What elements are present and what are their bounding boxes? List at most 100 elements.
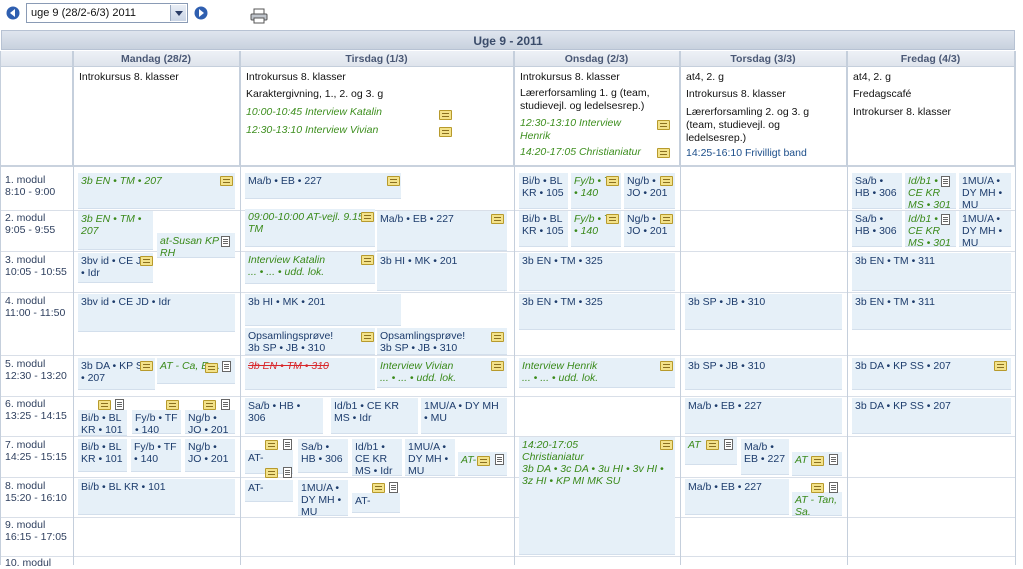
note-icon[interactable] — [166, 400, 179, 410]
lesson-event[interactable]: Ng/b • JO • 201 — [185, 410, 235, 434]
note-icon[interactable] — [361, 212, 374, 222]
lesson-event[interactable]: 3b EN • TM • 311 — [852, 253, 1011, 291]
note-icon[interactable] — [660, 176, 673, 186]
allday-item[interactable]: at4, 2. g — [686, 71, 724, 84]
lesson-event[interactable]: Opsamlingsprøve! 3b SP • JB • 310 — [377, 328, 507, 355]
note-icon[interactable] — [657, 148, 670, 158]
lesson-event[interactable]: Id/b1 • CE KR MS • Idr — [331, 398, 418, 434]
lesson-event[interactable]: Bi/b • BL KR • 101 — [78, 410, 127, 436]
lesson-event[interactable]: Sa/b • HB • 306 — [298, 439, 348, 473]
document-icon[interactable] — [283, 467, 292, 478]
lesson-event[interactable]: Bi/b • BL KR • 101 — [78, 479, 235, 515]
allday-item[interactable]: Introkursus 8. klasser — [246, 71, 346, 84]
lesson-event[interactable]: AT- — [352, 493, 400, 513]
note-icon[interactable] — [706, 440, 719, 450]
note-icon[interactable] — [660, 214, 673, 224]
lesson-event[interactable]: 3b DA • KP SS • 207 — [852, 398, 1011, 434]
note-icon[interactable] — [98, 400, 111, 410]
note-icon[interactable] — [372, 483, 385, 493]
lesson-event[interactable]: Bi/b • BL KR • 101 — [78, 439, 127, 472]
lesson-event[interactable]: Ng/b • JO • 201 — [185, 439, 235, 472]
lesson-event[interactable]: Interview Henrik... • ... • udd. lok. — [519, 358, 675, 388]
note-icon[interactable] — [265, 440, 278, 450]
lesson-event[interactable]: 3b SP • JB • 310 — [685, 294, 842, 330]
lesson-event[interactable]: Bi/b • BL KR • 105 — [519, 173, 568, 209]
lesson-event[interactable]: 3b EN • TM • 325 — [519, 294, 675, 330]
allday-event[interactable]: 12:30-13:10 Interview Henrik — [520, 117, 640, 143]
document-icon[interactable] — [389, 482, 398, 493]
document-icon[interactable] — [221, 399, 230, 410]
lesson-event[interactable]: Fy/b • TF • 140 — [131, 439, 181, 472]
lesson-event[interactable]: 3bv id • CE JD • Idr — [78, 294, 235, 332]
document-icon[interactable] — [222, 361, 231, 372]
lesson-event[interactable]: AT- — [245, 480, 293, 502]
lesson-event[interactable]: 1MU/A • DY MH • MU — [959, 173, 1011, 209]
document-icon[interactable] — [724, 439, 733, 450]
allday-event[interactable]: 14:20-17:05 Christianiatur — [520, 146, 641, 159]
lesson-event[interactable]: Opsamlingsprøve! 3b SP • JB • 310 — [245, 328, 375, 355]
note-icon[interactable] — [811, 483, 824, 493]
note-icon[interactable] — [220, 176, 233, 186]
lesson-event[interactable]: 1MU/A • DY MH • MU — [405, 439, 455, 476]
note-icon[interactable] — [140, 361, 153, 371]
note-icon[interactable] — [140, 256, 153, 266]
lesson-event[interactable]: Ma/b • EB • 227 — [377, 211, 507, 251]
note-icon[interactable] — [811, 456, 824, 466]
allday-item[interactable]: Introkursus 8. klasser — [520, 71, 620, 84]
lesson-event[interactable]: Sa/b • HB • 306 — [245, 398, 323, 434]
lesson-event[interactable]: Id/b1 • CE KR MS • Idr — [352, 439, 402, 476]
note-icon[interactable] — [387, 176, 400, 186]
note-icon[interactable] — [491, 361, 504, 371]
lesson-event[interactable]: 3b EN • TM • 311 — [852, 294, 1011, 330]
lesson-event[interactable]: 3b HI • MK • 201 — [245, 294, 401, 326]
allday-item[interactable]: at4, 2. g — [853, 71, 891, 84]
arrow-left-icon[interactable] — [6, 6, 20, 20]
document-icon[interactable] — [829, 482, 838, 493]
note-icon[interactable] — [477, 456, 490, 466]
week-select[interactable]: uge 9 (28/2-6/3) 2011 — [26, 3, 188, 23]
lesson-event[interactable]: AT - Tan, Sa. — [792, 492, 842, 516]
allday-item[interactable]: Fredagscafé — [853, 88, 911, 101]
note-icon[interactable] — [657, 120, 670, 130]
lesson-event[interactable]: 1MU/A • DY MH • MU — [959, 211, 1011, 247]
arrow-right-icon[interactable] — [194, 6, 208, 20]
note-icon[interactable] — [660, 440, 673, 450]
note-icon[interactable] — [994, 361, 1007, 371]
allday-event[interactable]: 12:30-13:10 Interview Vivian — [246, 124, 378, 137]
document-icon[interactable] — [115, 399, 124, 410]
document-icon[interactable] — [495, 454, 504, 465]
document-icon[interactable] — [941, 176, 950, 187]
printer-icon[interactable] — [250, 8, 268, 24]
lesson-event[interactable]: 14:20-17:05 Christianiatur 3b DA • 3c DA •… — [519, 437, 675, 555]
allday-item[interactable]: Introkursus 8. klasser — [686, 88, 786, 101]
note-icon[interactable] — [491, 332, 504, 342]
allday-item[interactable]: Introkurser 8. klasser — [853, 106, 951, 119]
lesson-event[interactable]: 3b EN • TM • 207 — [78, 211, 153, 250]
note-icon[interactable] — [361, 255, 374, 265]
lesson-event[interactable]: 1MU/A • DY MH • MU — [298, 480, 348, 516]
allday-item[interactable]: Karaktergivning, 1., 2. og 3. g — [246, 88, 383, 101]
allday-item[interactable]: Lærerforsamling 2. og 3. g (team, studie… — [686, 106, 826, 145]
note-icon[interactable] — [491, 214, 504, 224]
allday-event[interactable]: 10:00-10:45 Interview Katalin — [246, 106, 382, 119]
lesson-event[interactable]: Ma/b • EB • 227 — [685, 398, 842, 434]
document-icon[interactable] — [829, 454, 838, 465]
document-icon[interactable] — [283, 439, 292, 450]
lesson-event[interactable]: 09:00-10:00 AT-vejl. 9.15 TM — [245, 209, 375, 247]
lesson-event[interactable]: 3b EN • TM • 310 — [245, 358, 375, 390]
lesson-event[interactable]: Ma/b • EB • 227 — [685, 479, 789, 515]
note-icon[interactable] — [205, 363, 218, 373]
note-icon[interactable] — [660, 361, 673, 371]
chevron-down-icon[interactable] — [170, 5, 186, 21]
allday-item[interactable]: Lærerforsamling 1. g (team, studievejl. … — [520, 87, 670, 113]
document-icon[interactable] — [941, 214, 950, 225]
lesson-event[interactable]: Fy/b • TF • 140 — [132, 410, 181, 434]
note-icon[interactable] — [265, 468, 278, 478]
note-icon[interactable] — [439, 127, 452, 137]
allday-event[interactable]: 14:25-16:10 Frivilligt band — [686, 147, 807, 160]
note-icon[interactable] — [606, 176, 619, 186]
lesson-event[interactable]: Ma/b • EB • 227 — [245, 173, 401, 199]
lesson-event[interactable]: 3b EN • TM • 325 — [519, 253, 675, 291]
lesson-event[interactable]: Interview Katalin... • ... • udd. lok. — [245, 252, 375, 284]
lesson-event[interactable]: Ma/b • EB • 227 — [741, 439, 789, 475]
